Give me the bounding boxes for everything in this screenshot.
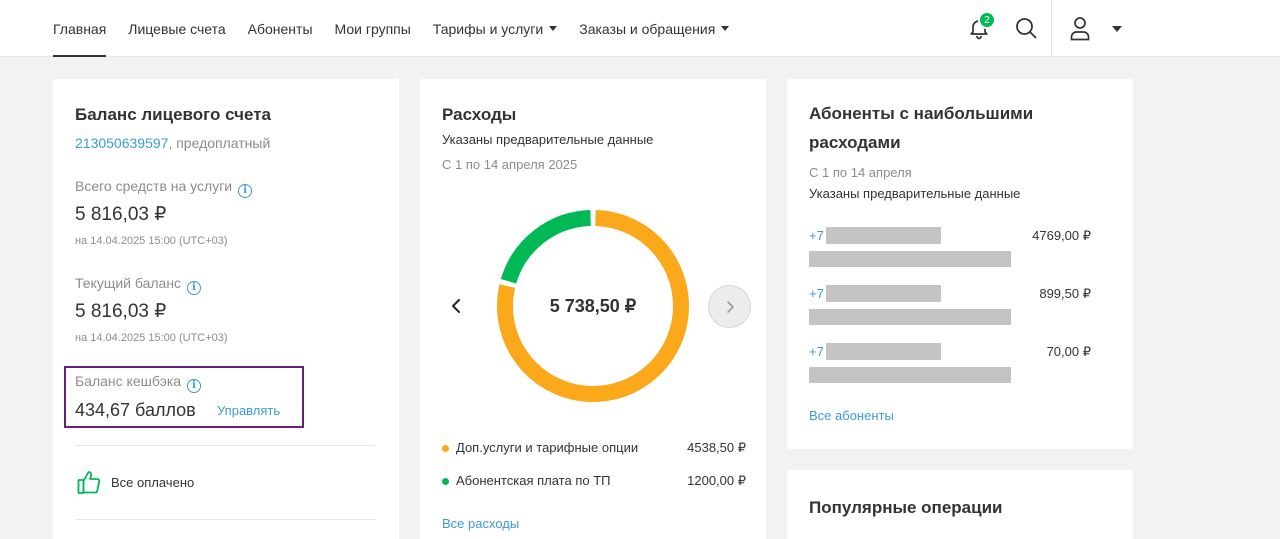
expenses-period: С 1 по 14 апреля 2025	[442, 157, 578, 172]
cashback-manage-link[interactable]: Управлять	[217, 403, 280, 418]
search-icon[interactable]	[1014, 16, 1038, 40]
redacted-phone	[826, 227, 941, 244]
all-subscribers-link[interactable]: Все абоненты	[809, 408, 894, 423]
notification-badge: 2	[978, 11, 996, 29]
expenses-title: Расходы	[442, 105, 517, 124]
expenses-subtitle: Указаны предварительные данные	[442, 132, 654, 147]
legend-label: Абонентская плата по ТП	[456, 473, 611, 488]
cashback-label-row: Баланс кешбэка i	[75, 373, 202, 393]
current-balance-label: Текущий баланс	[75, 275, 182, 291]
current-balance-value: 5 816,03 ₽	[75, 301, 167, 322]
subscriber-amount: 70,00 ₽	[1046, 344, 1091, 359]
total-funds-value: 5 816,03 ₽	[75, 204, 167, 225]
nav-item-tariffs-services[interactable]: Тарифы и услуги	[433, 0, 558, 57]
main-nav: Главная Лицевые счета Абоненты Мои групп…	[53, 0, 751, 57]
legend-value: 1200,00 ₽	[687, 473, 746, 488]
expenses-total: 5 738,50 ₽	[549, 296, 637, 316]
info-icon[interactable]: i	[187, 379, 202, 393]
divider	[75, 519, 375, 520]
account-number-link[interactable]: 213050639597	[75, 135, 168, 151]
account-type: , предоплатный	[168, 135, 271, 151]
divider	[75, 445, 375, 446]
nav-item-accounts[interactable]: Лицевые счета	[128, 0, 225, 57]
redacted-name	[809, 309, 1011, 325]
all-expenses-link[interactable]: Все расходы	[442, 516, 519, 531]
redacted-name	[809, 367, 1011, 383]
info-icon[interactable]: i	[238, 184, 253, 198]
info-icon[interactable]: i	[187, 281, 202, 295]
top-subscribers-subtitle: Указаны предварительные данные	[809, 186, 1021, 201]
paid-status: Все оплачено	[111, 475, 195, 490]
redacted-phone	[826, 285, 941, 302]
expenses-card: Расходы Указаны предварительные данные С…	[420, 79, 766, 539]
nav-item-my-groups[interactable]: Мои группы	[335, 0, 411, 57]
nav-item-subscribers[interactable]: Абоненты	[248, 0, 313, 57]
legend-label: Доп.услуги и тарифные опции	[456, 440, 639, 455]
current-balance-label-row: Текущий баланс i	[75, 275, 202, 295]
list-item[interactable]: +7 899,50 ₽	[809, 285, 1113, 327]
top-subscribers-period: С 1 по 14 апреля	[809, 165, 912, 180]
top-subscribers-title: Абоненты с наибольшими расходами	[809, 104, 1034, 152]
nav-item-home[interactable]: Главная	[53, 0, 107, 57]
phone-link[interactable]: +7	[809, 228, 824, 243]
phone-link[interactable]: +7	[809, 344, 824, 359]
cashback-label: Баланс кешбэка	[75, 373, 182, 389]
balance-card: Баланс лицевого счета 213050639597, пред…	[53, 79, 399, 539]
total-funds-date: на 14.04.2025 15:00 (UTC+03)	[75, 235, 228, 247]
chevron-down-icon	[549, 26, 558, 31]
list-item[interactable]: +7 70,00 ₽	[809, 343, 1113, 385]
total-funds-label: Всего средств на услуги	[75, 178, 233, 194]
nav-item-orders-requests[interactable]: Заказы и обращения	[579, 0, 730, 57]
redacted-phone	[826, 343, 941, 360]
top-subscribers-card: Абоненты с наибольшими расходами С 1 по …	[787, 79, 1133, 449]
phone-link[interactable]: +7	[809, 286, 824, 301]
cashback-box: Баланс кешбэка i 434,67 баллов Управлять	[64, 366, 304, 428]
balance-title: Баланс лицевого счета	[75, 105, 271, 124]
nav-divider	[1051, 0, 1052, 57]
donut-segment-1	[500, 210, 591, 284]
thumbs-up-icon	[77, 471, 101, 494]
legend-dot	[442, 478, 449, 485]
popular-operations-title: Популярные операции	[809, 498, 1003, 517]
account-line: 213050639597, предоплатный	[75, 135, 270, 151]
user-icon[interactable]	[1068, 15, 1092, 41]
chevron-left-icon[interactable]	[448, 296, 464, 316]
redacted-name	[809, 251, 1011, 267]
legend-value: 4538,50 ₽	[687, 440, 746, 455]
user-menu-caret-icon[interactable]	[1112, 26, 1122, 32]
total-funds-label-row: Всего средств на услуги i	[75, 178, 253, 198]
top-navigation-bar: Главная Лицевые счета Абоненты Мои групп…	[0, 0, 1280, 57]
cashback-value: 434,67 баллов	[75, 400, 196, 420]
subscriber-amount: 899,50 ₽	[1039, 286, 1091, 301]
legend-dot	[442, 445, 449, 452]
list-item[interactable]: +7 4769,00 ₽	[809, 227, 1113, 269]
popular-operations-card: Популярные операции	[787, 470, 1133, 539]
subscriber-amount: 4769,00 ₽	[1032, 228, 1091, 243]
chevron-right-icon	[727, 301, 734, 313]
next-period-button[interactable]	[708, 285, 751, 328]
current-balance-date: на 14.04.2025 15:00 (UTC+03)	[75, 332, 228, 344]
chevron-down-icon	[721, 26, 730, 31]
